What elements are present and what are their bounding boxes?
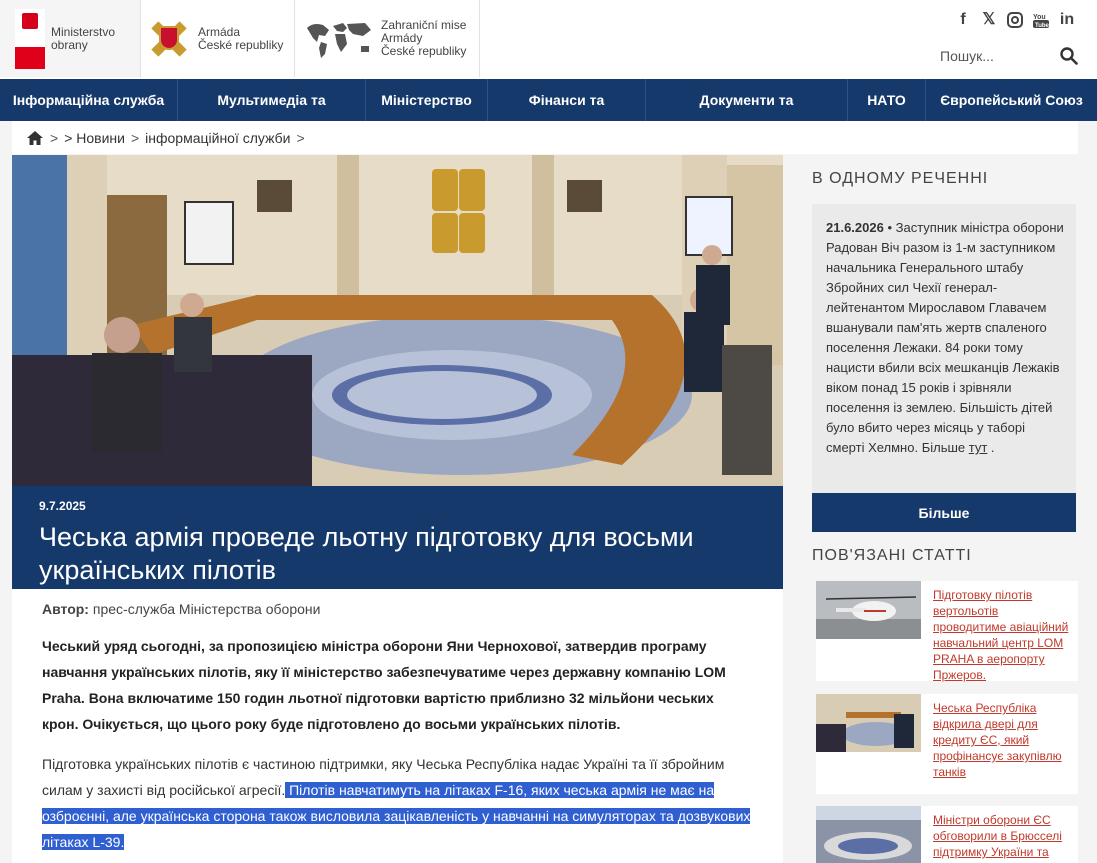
facebook-icon[interactable]: f bbox=[955, 11, 971, 29]
article-hero: 9.7.2025 Чеська армія проведе льотну під… bbox=[12, 155, 783, 589]
world-map-icon bbox=[307, 22, 371, 58]
nav-item-ministry[interactable]: Міністерство bbox=[366, 79, 488, 121]
sentence-heading: В ОДНОМУ РЕЧЕННІ bbox=[812, 170, 989, 187]
nav-item-multimedia[interactable]: Мультимедіа та bbox=[178, 79, 366, 121]
home-icon[interactable] bbox=[26, 130, 44, 146]
article-lead: Чеський уряд сьогодні, за пропозицією мі… bbox=[42, 638, 726, 732]
nav-item-documents[interactable]: Документи та bbox=[646, 79, 848, 121]
nav-item-eu[interactable]: Європейський Союз bbox=[926, 79, 1097, 121]
related-thumbnail[interactable] bbox=[816, 581, 921, 639]
svg-text:Tube: Tube bbox=[1035, 23, 1049, 29]
breadcrumb-separator: > bbox=[130, 129, 140, 146]
sentence-date: 21.6.2026 bbox=[826, 220, 884, 235]
ministry-logo-line2: obrany bbox=[51, 37, 88, 52]
x-icon[interactable]: 𝕏 bbox=[981, 11, 997, 29]
meeting-photo bbox=[816, 694, 921, 752]
army-emblem-icon bbox=[146, 14, 192, 64]
nav-item-finance[interactable]: Фінанси та bbox=[488, 79, 646, 121]
related-title[interactable]: Міністри оборони ЄС обговорили в Брюссел… bbox=[933, 812, 1073, 863]
search-box bbox=[940, 43, 1078, 69]
related-item[interactable]: Міністри оборони ЄС обговорили в Брюссел… bbox=[816, 806, 1078, 863]
related-title[interactable]: Підготовку пілотів вертольотів проводити… bbox=[933, 587, 1073, 682]
breadcrumb-info-service-link[interactable]: інформаційної служби bbox=[145, 130, 290, 146]
nav-item-info-service[interactable]: Інформаційна служба bbox=[0, 79, 178, 121]
sentence-box: 21.6.2026 • Заступник міністра оборони Р… bbox=[812, 204, 1076, 493]
article-title: Чеська армія проведе льотну підготовку д… bbox=[39, 522, 694, 585]
ministry-logo[interactable]: Ministerstvo obrany bbox=[0, 0, 141, 77]
search-input[interactable] bbox=[940, 48, 1040, 64]
breadcrumb: > > Новини > інформаційної служби > bbox=[12, 121, 1078, 154]
search-icon[interactable] bbox=[1060, 47, 1078, 65]
article-author: Автор: прес-служба Міністерства оборони bbox=[42, 601, 753, 617]
ministry-emblem-icon bbox=[15, 8, 45, 69]
missions-logo-line3: České republiky bbox=[381, 44, 467, 58]
social-links: f 𝕏 You Tube in bbox=[955, 11, 1075, 29]
meeting-room-photo bbox=[12, 155, 783, 486]
related-item[interactable]: Підготовку пілотів вертольотів проводити… bbox=[816, 581, 1078, 682]
article-date: 9.7.2025 bbox=[39, 499, 86, 513]
breadcrumb-separator: > bbox=[50, 129, 59, 146]
missions-logo[interactable]: Zahraniční mise Armády České republiky bbox=[295, 0, 480, 77]
sentence-end: . bbox=[987, 440, 995, 455]
sentence-link[interactable]: тут bbox=[969, 440, 988, 455]
sentence-text: • Заступник міністра оборони Радован Віч… bbox=[826, 220, 1064, 455]
helicopter-photo bbox=[816, 581, 921, 639]
related-title[interactable]: Чеська Республіка відкрила двері для кре… bbox=[933, 700, 1073, 794]
related-heading: ПОВ'ЯЗАНІ СТАТТІ bbox=[812, 547, 972, 564]
article-paragraph: Підготовка українських пілотів є частино… bbox=[42, 751, 753, 855]
author-name: прес-служба Міністерства оборони bbox=[92, 601, 321, 617]
breadcrumb-trailing: > bbox=[296, 129, 305, 146]
more-button[interactable]: Більше bbox=[812, 493, 1076, 532]
ministry-logo-line1: Ministerstvo bbox=[51, 24, 116, 39]
linkedin-icon[interactable]: in bbox=[1059, 11, 1075, 29]
article-body: Автор: прес-служба Міністерства оборони … bbox=[12, 589, 783, 863]
youtube-icon[interactable]: You Tube bbox=[1033, 11, 1050, 29]
army-logo[interactable]: Armáda České republiky bbox=[141, 0, 295, 77]
breadcrumb-news-link[interactable]: > Новини bbox=[64, 130, 125, 146]
main-nav: Інформаційна служба Мультимедіа та Мініс… bbox=[0, 79, 1097, 121]
svg-text:You: You bbox=[1033, 14, 1046, 21]
instagram-icon[interactable] bbox=[1007, 11, 1023, 29]
related-thumbnail[interactable] bbox=[816, 694, 921, 752]
army-logo-line2: České republiky bbox=[198, 37, 284, 52]
army-logo-line1: Armáda bbox=[198, 24, 241, 39]
hero-caption: 9.7.2025 Чеська армія проведе льотну під… bbox=[12, 486, 783, 589]
nav-item-nato[interactable]: НАТО bbox=[848, 79, 926, 121]
site-header: Ministerstvo obrany Armáda České republi… bbox=[0, 0, 1097, 79]
author-label: Автор: bbox=[42, 601, 89, 617]
related-item[interactable]: Чеська Республіка відкрила двері для кре… bbox=[816, 694, 1078, 794]
eu-council-photo bbox=[816, 806, 921, 863]
related-thumbnail[interactable] bbox=[816, 806, 921, 863]
